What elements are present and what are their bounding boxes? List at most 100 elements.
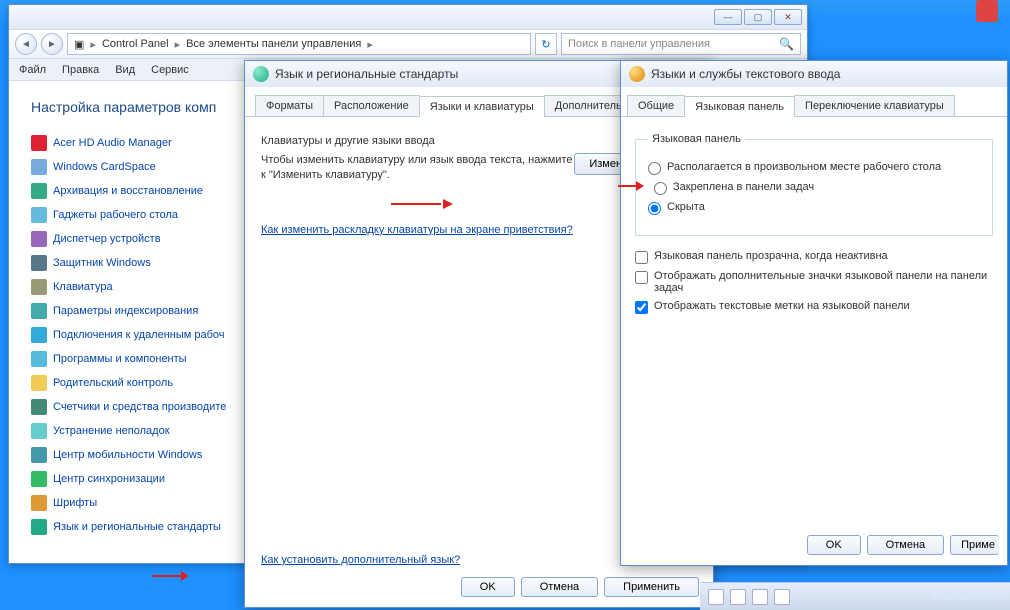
annotation-arrow-icon: [391, 199, 453, 209]
applet-icon: [31, 495, 47, 511]
applet-icon: [31, 471, 47, 487]
menu-file[interactable]: Файл: [19, 64, 46, 76]
checkbox-input[interactable]: [635, 251, 648, 264]
annotation-arrow-icon: [152, 575, 187, 591]
radio-input[interactable]: [648, 202, 661, 215]
tray-badge-icon: [976, 0, 998, 22]
applet-link[interactable]: Устранение неполадок: [53, 425, 170, 437]
applet-icon: [31, 423, 47, 439]
tab-formats[interactable]: Форматы: [255, 95, 324, 116]
applet-icon: [31, 375, 47, 391]
radio-input[interactable]: [648, 162, 661, 175]
dialog-footer: OK Отмена Приме: [807, 535, 999, 555]
forward-button[interactable]: ►: [41, 33, 63, 55]
applet-icon: [31, 231, 47, 247]
cancel-button[interactable]: Отмена: [521, 577, 598, 597]
close-button[interactable]: ✕: [774, 9, 802, 25]
applet-link[interactable]: Защитник Windows: [53, 257, 151, 269]
dialog-footer: OK Отмена Применить: [461, 577, 699, 597]
applet-icon: [31, 519, 47, 535]
radio-hidden[interactable]: Скрыта: [648, 201, 980, 215]
applet-link[interactable]: Счетчики и средства производите: [53, 401, 226, 413]
volume-tooltip: Volume: 100%: [931, 591, 1002, 603]
search-placeholder: Поиск в панели управления: [568, 38, 710, 50]
menu-edit[interactable]: Правка: [62, 64, 99, 76]
control-panel-icon: ▣: [74, 38, 84, 51]
applet-link[interactable]: Диспетчер устройств: [53, 233, 161, 245]
tray-speaker-icon[interactable]: [774, 589, 790, 605]
help-link-install-lang[interactable]: Как установить дополнительный язык?: [261, 554, 460, 566]
help-link-layout[interactable]: Как изменить раскладку клавиатуры на экр…: [261, 224, 573, 236]
tab-general[interactable]: Общие: [627, 95, 685, 116]
language-bar-fieldset: Языковая панель Располагается в произвол…: [635, 133, 993, 236]
breadcrumb-part[interactable]: Все элементы панели управления: [186, 38, 361, 50]
applet-icon: [31, 207, 47, 223]
applet-link[interactable]: Подключения к удаленным рабоч: [53, 329, 225, 341]
radio-label: Скрыта: [667, 201, 705, 213]
menu-view[interactable]: Вид: [115, 64, 135, 76]
applet-icon: [31, 327, 47, 343]
radio-docked[interactable]: Закреплена в панели задач: [648, 181, 980, 195]
radio-label: Закреплена в панели задач: [673, 181, 814, 193]
globe-icon: [253, 66, 269, 82]
applet-icon: [31, 351, 47, 367]
chevron-right-icon: ▸: [171, 38, 185, 51]
breadcrumb[interactable]: ▣ ▸ Control Panel ▸ Все элементы панели …: [67, 33, 531, 55]
ok-button[interactable]: OK: [807, 535, 861, 555]
applet-link[interactable]: Язык и региональные стандарты: [53, 521, 221, 533]
taskbar: Volume: 100%: [700, 582, 1010, 610]
applet-icon: [31, 159, 47, 175]
maximize-button[interactable]: ▢: [744, 9, 772, 25]
dialog-body: Языковая панель Располагается в произвол…: [621, 117, 1007, 330]
apply-button[interactable]: Применить: [604, 577, 699, 597]
radio-label: Располагается в произвольном месте рабоч…: [667, 161, 941, 173]
applet-link[interactable]: Родительский контроль: [53, 377, 173, 389]
tab-switch-keyboard[interactable]: Переключение клавиатуры: [794, 95, 955, 116]
applet-link[interactable]: Acer HD Audio Manager: [53, 137, 172, 149]
applet-icon: [31, 303, 47, 319]
minimize-button[interactable]: —: [714, 9, 742, 25]
tray-app-icon[interactable]: [730, 589, 746, 605]
nav-toolbar: ◄ ► ▣ ▸ Control Panel ▸ Все элементы пан…: [9, 29, 807, 59]
menu-tools[interactable]: Сервис: [151, 64, 189, 76]
refresh-button[interactable]: ↻: [535, 33, 557, 55]
ok-button[interactable]: OK: [461, 577, 515, 597]
applet-link[interactable]: Windows CardSpace: [53, 161, 156, 173]
applet-icon: [31, 447, 47, 463]
applet-link[interactable]: Центр синхронизации: [53, 473, 165, 485]
chevron-right-icon: ▸: [363, 38, 377, 51]
check-label: Языковая панель прозрачна, когда неактив…: [654, 250, 888, 262]
breadcrumb-part[interactable]: Control Panel: [102, 38, 169, 50]
tab-language-bar[interactable]: Языковая панель: [684, 96, 795, 117]
tray-app-icon[interactable]: [752, 589, 768, 605]
applet-link[interactable]: Архивация и восстановление: [53, 185, 203, 197]
radio-floating[interactable]: Располагается в произвольном месте рабоч…: [648, 161, 980, 175]
tab-location[interactable]: Расположение: [323, 95, 420, 116]
applet-icon: [31, 135, 47, 151]
applet-icon: [31, 279, 47, 295]
radio-input[interactable]: [654, 182, 667, 195]
tab-row: Общие Языковая панель Переключение клави…: [621, 87, 1007, 117]
check-extra-icons[interactable]: Отображать дополнительные значки языково…: [635, 270, 993, 294]
applet-link[interactable]: Программы и компоненты: [53, 353, 187, 365]
chevron-right-icon: ▸: [86, 38, 100, 51]
check-transparent[interactable]: Языковая панель прозрачна, когда неактив…: [635, 250, 993, 264]
tab-keyboards[interactable]: Языки и клавиатуры: [419, 96, 545, 117]
applet-link[interactable]: Шрифты: [53, 497, 97, 509]
cancel-button[interactable]: Отмена: [867, 535, 944, 555]
dialog-title: Языки и службы текстового ввода: [651, 67, 840, 81]
applet-link[interactable]: Гаджеты рабочего стола: [53, 209, 178, 221]
applet-link[interactable]: Параметры индексирования: [53, 305, 198, 317]
search-input[interactable]: Поиск в панели управления 🔍: [561, 33, 801, 55]
tray-app-icon[interactable]: [708, 589, 724, 605]
back-button[interactable]: ◄: [15, 33, 37, 55]
applet-icon: [31, 399, 47, 415]
applet-link[interactable]: Клавиатура: [53, 281, 113, 293]
apply-button[interactable]: Приме: [950, 535, 999, 555]
applet-link[interactable]: Центр мобильности Windows: [53, 449, 202, 461]
checkbox-input[interactable]: [635, 271, 648, 284]
check-text-labels[interactable]: Отображать текстовые метки на языковой п…: [635, 300, 993, 314]
applet-icon: [31, 183, 47, 199]
checkbox-input[interactable]: [635, 301, 648, 314]
search-icon: 🔍: [779, 37, 794, 51]
